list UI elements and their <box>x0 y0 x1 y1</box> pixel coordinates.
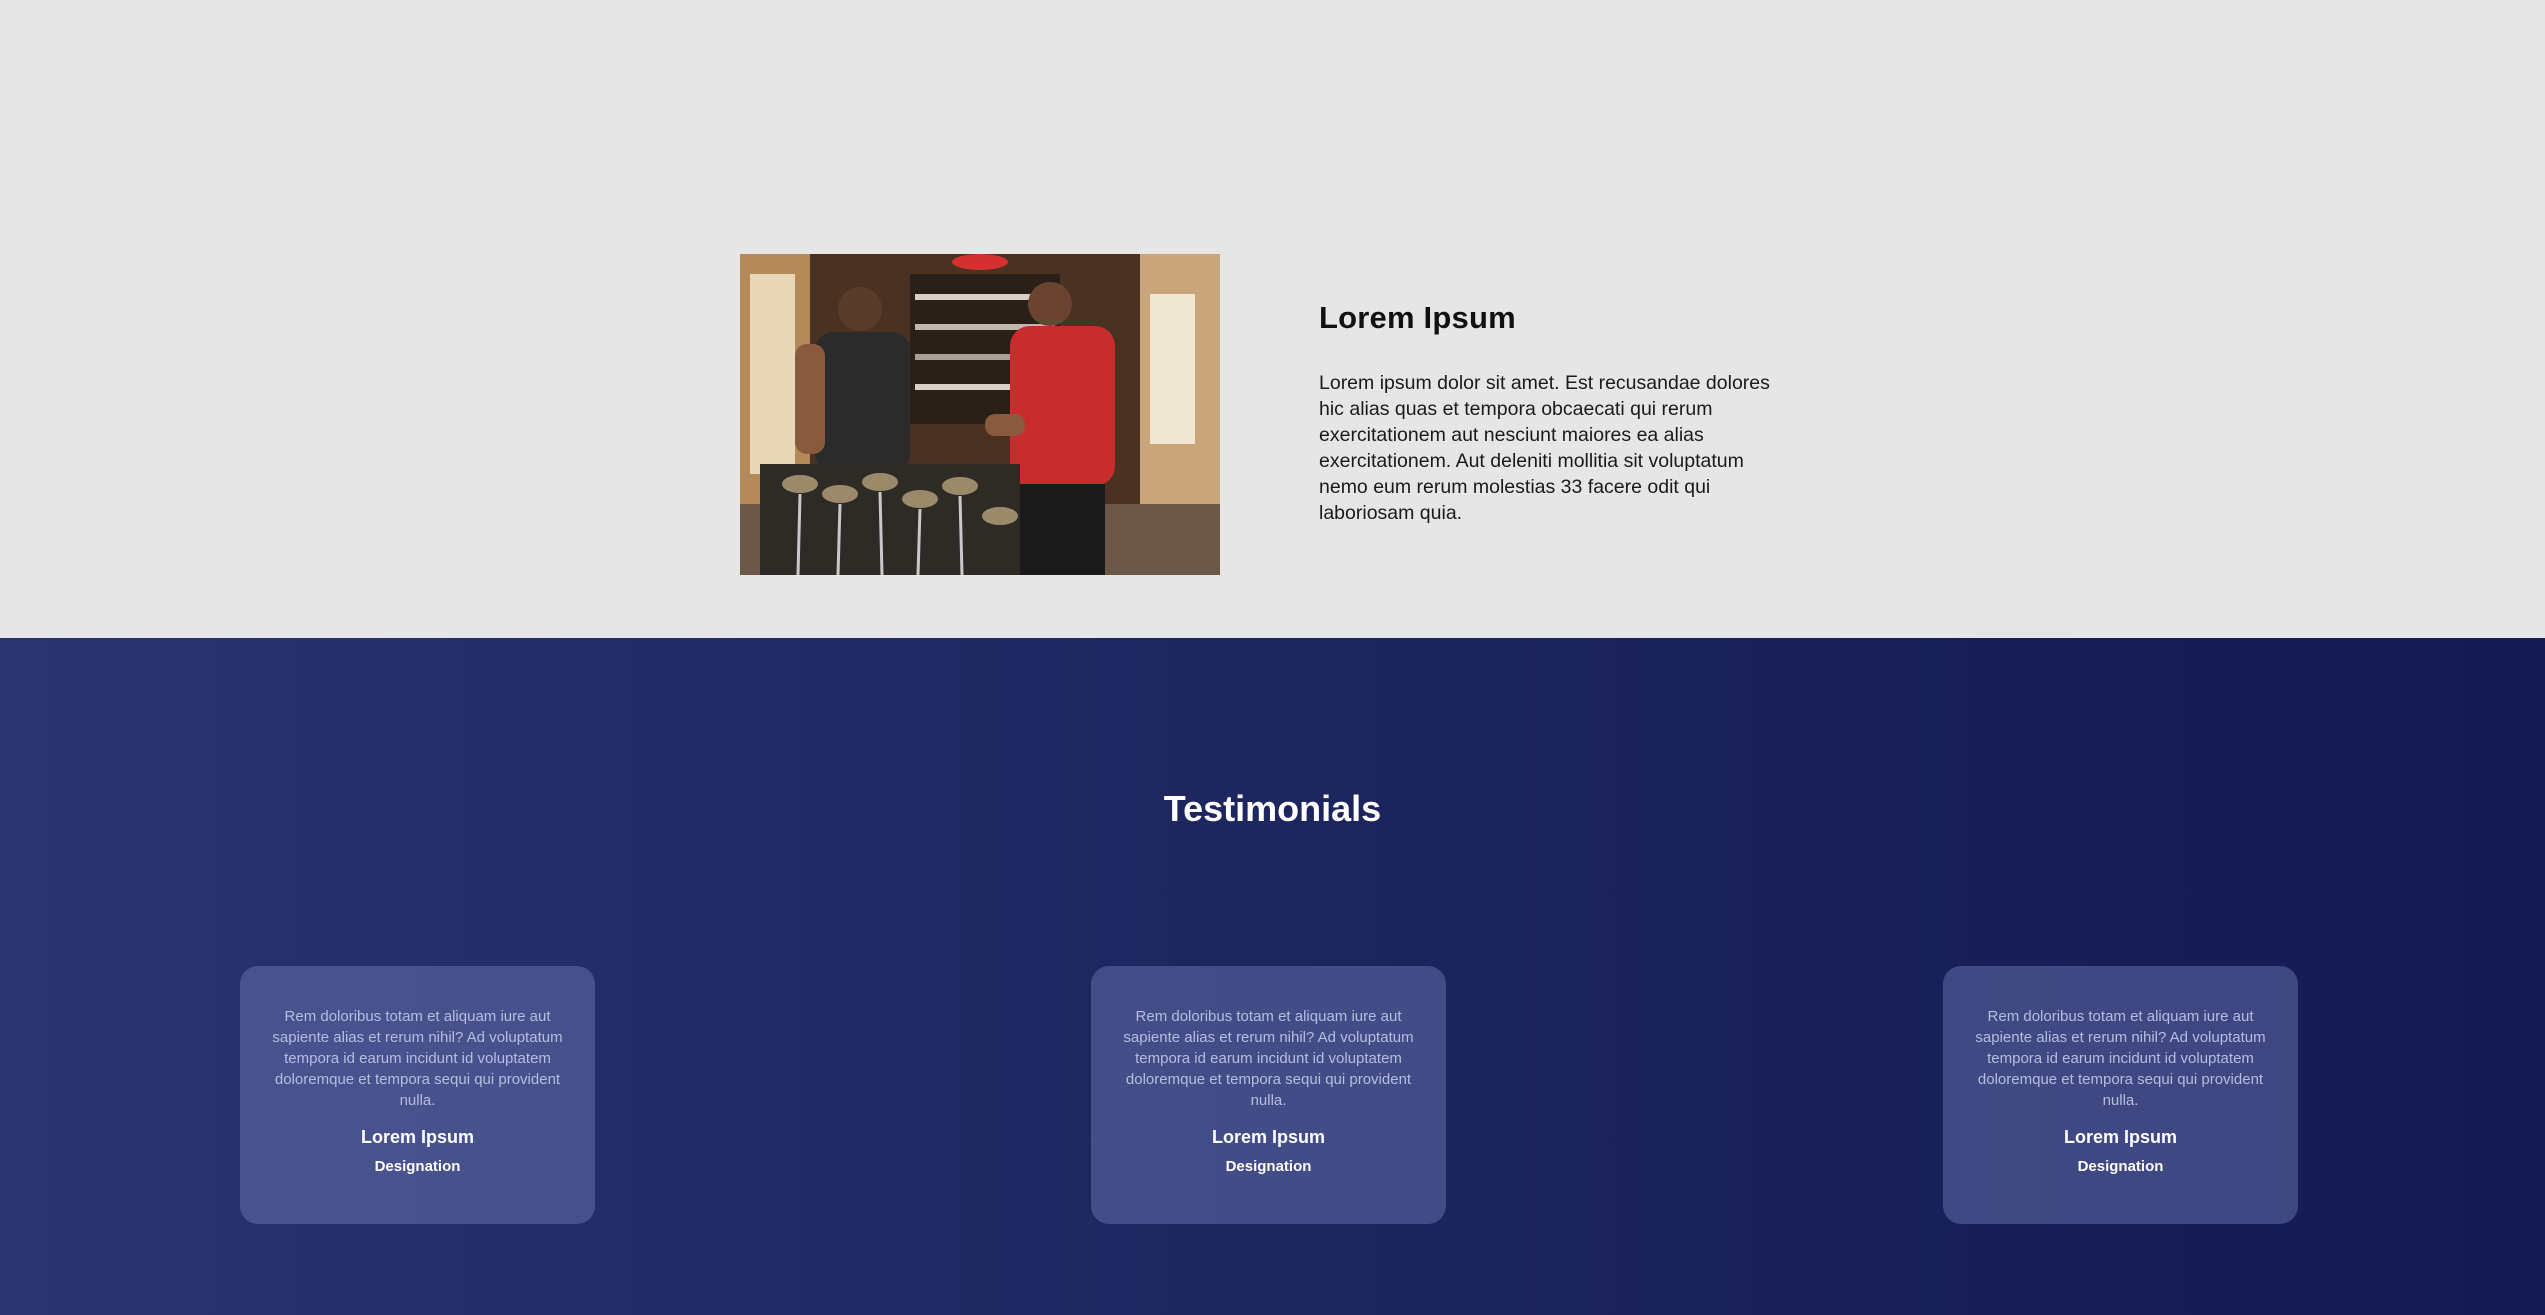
about-body: Lorem ipsum dolor sit amet. Est recusand… <box>1319 372 1770 524</box>
golf-shop-photo <box>740 254 1220 575</box>
testimonial-designation: Designation <box>374 1158 461 1175</box>
testimonial-name: Lorem Ipsum <box>2063 1127 2178 1147</box>
testimonial-quote: Rem doloribus totam et aliquam iure aut … <box>1123 1008 1414 1109</box>
about-text-block: Lorem Ipsum Lorem ipsum dolor sit amet. … <box>1319 300 1789 526</box>
about-section: Lorem Ipsum Lorem ipsum dolor sit amet. … <box>0 0 2545 638</box>
testimonial-designation: Designation <box>2077 1158 2164 1175</box>
testimonial-name: Lorem Ipsum <box>360 1127 475 1147</box>
testimonial-designation: Designation <box>1225 1158 1312 1175</box>
testimonial-name: Lorem Ipsum <box>1211 1127 1326 1147</box>
testimonial-card: Rem doloribus totam et aliquam iure aut … <box>1091 966 1446 1224</box>
testimonial-card: Rem doloribus totam et aliquam iure aut … <box>240 966 595 1224</box>
testimonial-card: Rem doloribus totam et aliquam iure aut … <box>1943 966 2298 1224</box>
testimonial-quote: Rem doloribus totam et aliquam iure aut … <box>1975 1008 2266 1109</box>
testimonials-heading: Testimonials <box>1163 788 1382 829</box>
about-photo <box>740 254 1220 575</box>
testimonial-quote: Rem doloribus totam et aliquam iure aut … <box>272 1008 563 1109</box>
testimonials-section: Testimonials Rem doloribus totam et aliq… <box>0 638 2545 1315</box>
about-title: Lorem Ipsum <box>1319 300 1516 335</box>
